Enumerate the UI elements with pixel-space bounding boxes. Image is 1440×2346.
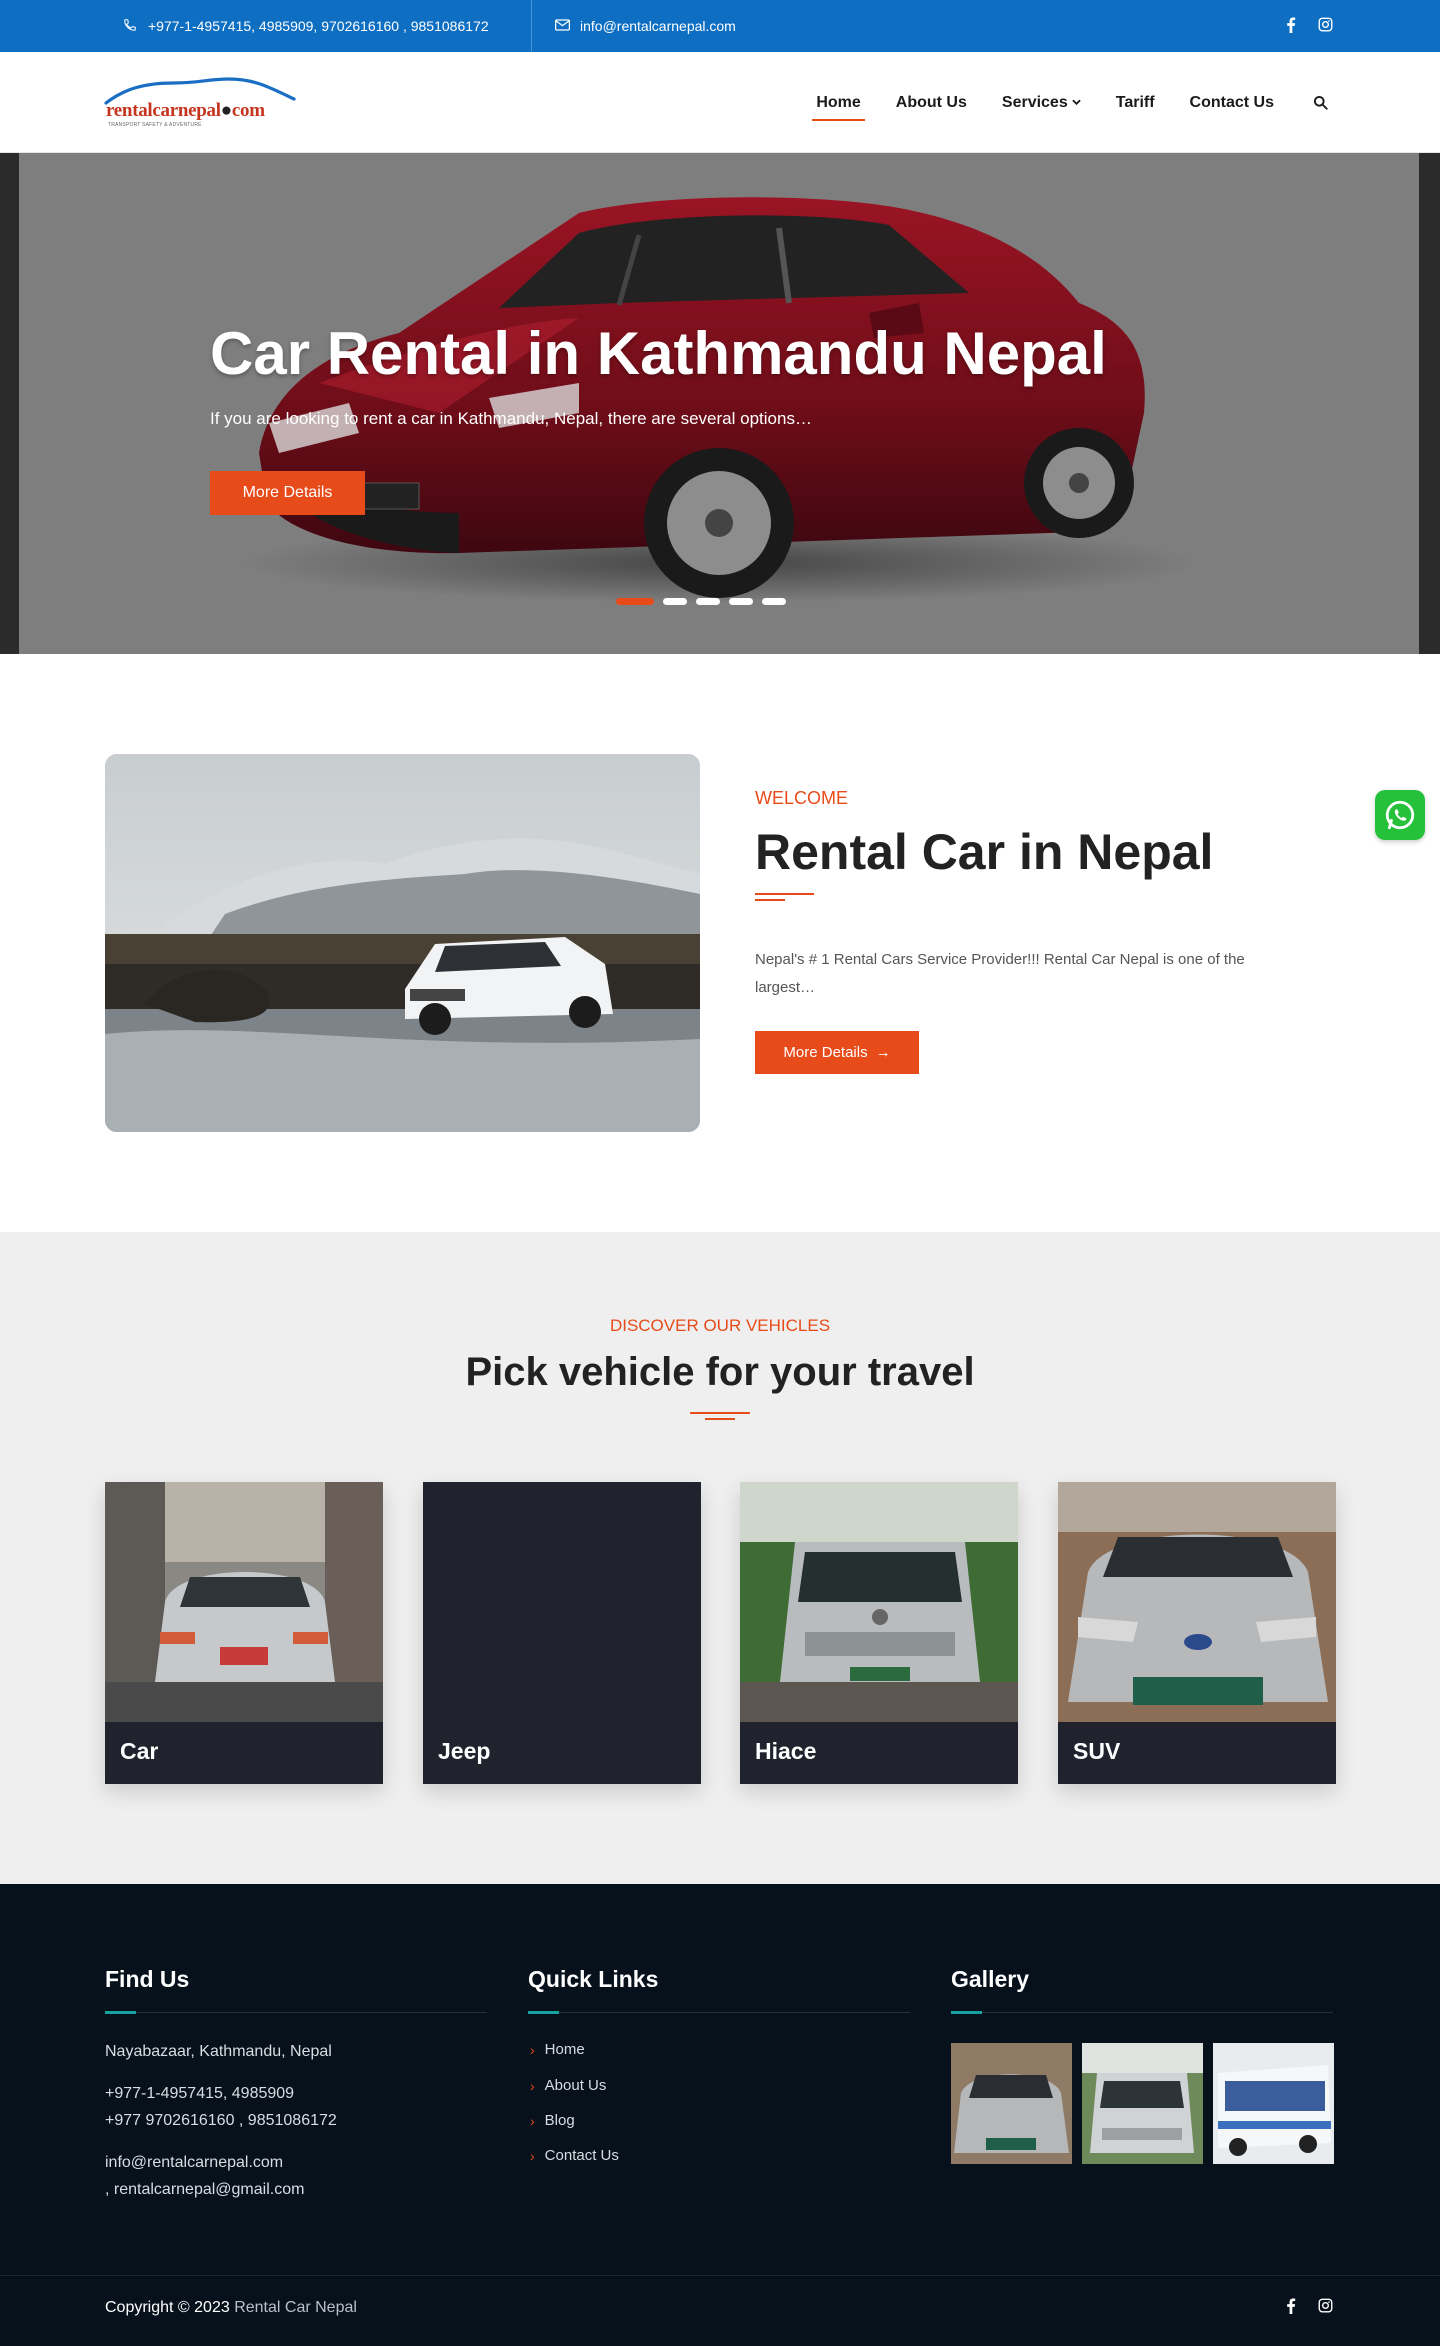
- footer-email-1[interactable]: info@rentalcarnepal.com: [105, 2149, 283, 2176]
- footer-divider-accent: [105, 2011, 136, 2014]
- footer-email-2[interactable]: , rentalcarnepal@gmail.com: [105, 2176, 304, 2203]
- topbar-social: [1286, 0, 1333, 52]
- welcome-text: Nepal's # 1 Rental Cars Service Provider…: [755, 951, 1245, 996]
- footer-gallery: Gallery: [951, 1966, 1333, 1993]
- welcome-image: [105, 754, 700, 1132]
- vehicle-card-car[interactable]: Car: [105, 1482, 383, 1784]
- footer-find-us-title: Find Us: [105, 1966, 190, 1992]
- slider-dot-4[interactable]: [729, 598, 753, 605]
- welcome-kicker: WELCOME: [755, 788, 849, 808]
- nav-contact-us[interactable]: Contact Us: [1190, 94, 1274, 112]
- welcome-title: Rental Car in Nepal: [755, 824, 1214, 880]
- footer-link-blog[interactable]: › Blog: [530, 2112, 575, 2129]
- chevron-right-icon: ›: [530, 2112, 535, 2129]
- footer-link-about-us[interactable]: › About Us: [530, 2077, 606, 2094]
- logo-wordmark: rentalcarnepal●com: [106, 100, 265, 121]
- facebook-icon[interactable]: [1286, 2298, 1296, 2319]
- topbar-phone[interactable]: +977-1-4957415, 4985909, 9702616160 , 98…: [122, 0, 489, 52]
- hero-more-details-button[interactable]: More Details: [210, 471, 365, 515]
- instagram-icon[interactable]: [1318, 2298, 1333, 2319]
- footer-quick-links: Quick Links: [528, 1966, 910, 1993]
- phone-icon: [122, 18, 138, 35]
- vehicle-image-car: [105, 1482, 383, 1722]
- footer-find-us: Find Us: [105, 1966, 487, 1993]
- vehicle-label-suv: SUV: [1073, 1738, 1121, 1764]
- topbar-phone-text: +977-1-4957415, 4985909, 9702616160 , 98…: [148, 18, 489, 34]
- chevron-right-icon: ›: [530, 2147, 535, 2164]
- slider-dot-2[interactable]: [663, 598, 687, 605]
- gallery-image-1[interactable]: [951, 2043, 1072, 2164]
- vehicles-title-underline: [690, 1412, 750, 1414]
- slider-dots: [616, 598, 786, 605]
- search-icon[interactable]: [1313, 95, 1328, 110]
- footer-divider-accent: [951, 2011, 982, 2014]
- site-header: rentalcarnepal●com TRANSPORT SAFETY & AD…: [0, 52, 1440, 153]
- footer-phone-2[interactable]: +977 9702616160 , 9851086172: [105, 2107, 337, 2134]
- welcome-more-details-button[interactable]: More Details →: [755, 1031, 919, 1074]
- chevron-down-icon: [1071, 97, 1081, 108]
- slider-dot-5[interactable]: [762, 598, 786, 605]
- vehicle-label-jeep: Jeep: [438, 1738, 491, 1764]
- footer-divider: [951, 2012, 1333, 2013]
- topbar-email-text: info@rentalcarnepal.com: [580, 18, 736, 34]
- topbar-divider: [531, 0, 532, 52]
- nav-services[interactable]: Services: [1002, 94, 1081, 112]
- chevron-right-icon: ›: [530, 2041, 535, 2058]
- vehicles-section: DISCOVER OUR VEHICLES Pick vehicle for y…: [0, 1232, 1440, 1884]
- slider-dot-3[interactable]: [696, 598, 720, 605]
- title-underline-short: [755, 899, 785, 901]
- vehicle-label-hiace: Hiace: [755, 1738, 817, 1764]
- vehicles-kicker: DISCOVER OUR VEHICLES: [609, 1316, 831, 1335]
- vehicles-title-underline-short: [705, 1418, 735, 1420]
- whatsapp-icon[interactable]: [1375, 790, 1425, 840]
- slider-dot-1[interactable]: [616, 598, 654, 605]
- footer-phone-1[interactable]: +977-1-4957415, 4985909: [105, 2080, 294, 2107]
- footer-link-home[interactable]: › Home: [530, 2041, 585, 2058]
- footer-social: [1286, 2298, 1333, 2319]
- hero-title: Car Rental in Kathmandu Nepal: [210, 320, 1107, 387]
- vehicle-image-hiace: [740, 1482, 1018, 1722]
- gallery-image-2[interactable]: [1082, 2043, 1203, 2164]
- hero-car-image: [239, 197, 1199, 603]
- vehicle-label-car: Car: [120, 1738, 159, 1764]
- copyright-bar: Copyright © 2023 Rental Car Nepal: [0, 2275, 1440, 2346]
- vehicle-card-suv[interactable]: SUV: [1058, 1482, 1336, 1784]
- topbar-email[interactable]: info@rentalcarnepal.com: [554, 0, 736, 52]
- welcome-button-label: More Details: [783, 1044, 868, 1061]
- site-logo[interactable]: rentalcarnepal●com TRANSPORT SAFETY & AD…: [104, 75, 299, 131]
- copyright-brand-link[interactable]: Rental Car Nepal: [234, 2299, 357, 2316]
- hero-slide: Car Rental in Kathmandu Nepal If you are…: [19, 153, 1419, 654]
- nav-tariff[interactable]: Tariff: [1116, 94, 1155, 112]
- hero-slider: Car Rental in Kathmandu Nepal If you are…: [0, 153, 1440, 654]
- vehicles-title: Pick vehicle for your travel: [465, 1350, 975, 1394]
- hero-subtitle: If you are looking to rent a car in Kath…: [210, 409, 812, 428]
- footer-link-contact-us[interactable]: › Contact Us: [530, 2147, 619, 2164]
- chevron-right-icon: ›: [530, 2077, 535, 2094]
- footer-gallery-title: Gallery: [951, 1966, 1029, 1992]
- nav-home[interactable]: Home: [812, 94, 866, 121]
- footer-address: Nayabazaar, Kathmandu, Nepal: [105, 2043, 332, 2060]
- main-nav: Home About Us Services Tariff Contact Us: [812, 52, 1328, 153]
- vehicle-card-hiace[interactable]: Hiace: [740, 1482, 1018, 1784]
- vehicle-image-suv: [1058, 1482, 1336, 1722]
- facebook-icon[interactable]: [1286, 16, 1296, 36]
- footer-quick-links-title: Quick Links: [528, 1966, 659, 1992]
- instagram-icon[interactable]: [1318, 17, 1333, 35]
- vehicle-card-jeep[interactable]: Jeep: [423, 1482, 701, 1784]
- footer-divider: [528, 2012, 910, 2013]
- footer-divider: [105, 2012, 487, 2013]
- nav-about-us[interactable]: About Us: [896, 94, 967, 112]
- footer-divider-accent: [528, 2011, 559, 2014]
- logo-tagline: TRANSPORT SAFETY & ADVENTURE: [108, 122, 202, 128]
- gallery-image-3[interactable]: [1213, 2043, 1334, 2164]
- title-underline: [755, 893, 814, 895]
- top-bar: +977-1-4957415, 4985909, 9702616160 , 98…: [0, 0, 1440, 52]
- envelope-icon: [554, 18, 570, 34]
- arrow-right-icon: →: [875, 1044, 891, 1061]
- copyright-text: Copyright © 2023 Rental Car Nepal: [105, 2299, 357, 2316]
